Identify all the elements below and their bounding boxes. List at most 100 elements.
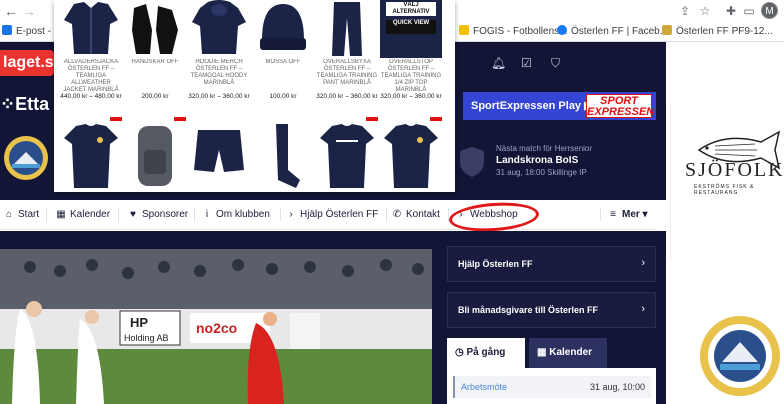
- next-match-team: Landskrona BoIS: [496, 155, 579, 166]
- calendar-icon: ▦: [56, 209, 66, 220]
- header-icons: 🔔︎ ☑ ⛉: [455, 47, 666, 77]
- etta-dots-icon: ⁘: [0, 94, 16, 114]
- link-label: Bli månadsgivare till Österlen FF: [458, 305, 599, 315]
- pants-image: [332, 2, 362, 56]
- tab-kalender[interactable]: ▦ Kalender: [529, 338, 607, 368]
- product-card[interactable]: [380, 120, 442, 192]
- list-item[interactable]: Arbetsmöte 31 aug, 10:00: [453, 376, 651, 398]
- fogis-icon: [459, 25, 469, 35]
- phone-icon: ✆: [392, 209, 402, 220]
- next-match-date: 31 aug, 18:00 Skillinge IP: [496, 168, 587, 177]
- clock-icon: ◷: [455, 347, 464, 358]
- osterlen-badge-icon: [700, 316, 780, 396]
- link-hjalp-osterlen[interactable]: Hjälp Österlen FF ›: [447, 246, 656, 282]
- hoodie-image: [192, 0, 246, 54]
- chevron-right-icon: ›: [289, 209, 293, 220]
- checklist-icon[interactable]: ☑: [521, 56, 532, 70]
- info-icon: i: [205, 209, 209, 220]
- webbshop-preview: ALLVÄDERSJACKA ÖSTERLEN FF – TEAMLIGA AL…: [54, 0, 455, 192]
- next-match-label: Nästa match för Herrsenior: [496, 144, 593, 153]
- sidepanel-icon[interactable]: ▭: [742, 4, 756, 18]
- nav-item-om-klubben[interactable]: i Om klubben: [202, 209, 270, 220]
- forward-button[interactable]: →: [22, 3, 36, 19]
- product-card[interactable]: OVERALLSBYXA ÖSTERLEN FF – TEAMLIGA TRAI…: [316, 0, 378, 101]
- club-badge-icon[interactable]: [2, 134, 50, 182]
- nav-divider: [118, 208, 119, 222]
- nav-divider: [194, 208, 195, 222]
- sponsor-sjofolk[interactable]: SJÖFOLK EKSTRÖMS FISK & RESTAURANG: [670, 104, 784, 260]
- product-name: HOODIE MERCH ÖSTERLEN FF – TEAMGOAL HOOD…: [190, 59, 248, 86]
- product-card[interactable]: MÖSSA ÖFF 100,00 kr: [252, 0, 314, 101]
- bookmark-star-icon[interactable]: ☆: [698, 4, 712, 18]
- nav-more-menu[interactable]: ≡ Mer ▾: [608, 209, 648, 220]
- nav-item-sponsorer[interactable]: ♥ Sponsorer: [128, 209, 188, 220]
- extensions-icon[interactable]: ✚: [724, 4, 738, 18]
- product-price: 320,00 kr – 360,00 kr: [380, 93, 442, 100]
- product-price: 320,00 kr – 360,00 kr: [188, 93, 250, 100]
- svg-text:Holding AB: Holding AB: [124, 333, 169, 343]
- socks-image: [276, 124, 300, 188]
- link-manadsgivare[interactable]: Bli månadsgivare till Österlen FF ›: [447, 292, 656, 328]
- gloves-image: [132, 4, 178, 54]
- home-icon: ⌂: [5, 209, 13, 220]
- sportexpressen-logo: SPORT EXPRESSEN: [586, 94, 655, 118]
- bell-icon[interactable]: 🔔︎: [491, 56, 506, 70]
- nav-item-kontakt[interactable]: ✆ Kontakt: [392, 209, 440, 220]
- product-name: HANDSKAR ÖFF: [131, 59, 179, 65]
- sponsor-club-badge[interactable]: [670, 268, 784, 404]
- main-navigation: ⌂ Start ▦ Kalender ♥ Sponsorer i Om klubben …: [0, 200, 656, 230]
- next-match-card[interactable]: Nästa match för Herrsenior Landskrona Bo…: [455, 138, 666, 200]
- product-price: 100,00 kr: [269, 93, 297, 100]
- nav-item-hjalp[interactable]: › Hjälp Österlen FF: [286, 209, 378, 220]
- brand-tag: [174, 117, 186, 121]
- etta-logo[interactable]: ⁘Etta: [0, 94, 49, 115]
- calendar-icon: ▦: [537, 347, 547, 358]
- sponsor-name: SJÖFOLK: [685, 159, 784, 181]
- link-label: Hjälp Österlen FF: [458, 259, 533, 269]
- jacket-image: [64, 2, 118, 54]
- bookmark-pf9[interactable]: Österlen FF PF9-12...: [662, 25, 773, 37]
- product-card[interactable]: [60, 120, 122, 192]
- product-card[interactable]: HANDSKAR ÖFF 200,00 kr: [124, 0, 186, 101]
- brand-tag: [430, 117, 442, 121]
- select-options-button[interactable]: VÄLJ ALTERNATIV: [386, 2, 436, 16]
- chevron-right-icon: ›: [641, 257, 645, 269]
- product-card[interactable]: [316, 120, 378, 192]
- product-card[interactable]: [252, 120, 314, 192]
- facebook-icon: [557, 25, 567, 35]
- nav-item-kalender[interactable]: ▦ Kalender: [56, 209, 110, 220]
- bookmark-fogis[interactable]: FOGIS - Fotbollens...: [459, 25, 567, 37]
- product-card[interactable]: [188, 120, 250, 192]
- event-list: Arbetsmöte 31 aug, 10:00: [447, 368, 656, 404]
- nav-item-start[interactable]: ⌂ Start: [4, 209, 39, 220]
- heart-icon: ♥: [130, 209, 136, 220]
- product-price: 200,00 kr: [141, 93, 169, 100]
- shield-icon[interactable]: ⛉: [551, 56, 560, 71]
- sponsor-tagline: EKSTRÖMS FISK & RESTAURANG: [694, 184, 755, 196]
- beanie-image: [260, 4, 306, 50]
- backpack-image: [138, 126, 172, 186]
- product-name: OVERALLSTOP ÖSTERLEN FF – TEAMLIGA TRAIN…: [380, 59, 442, 93]
- tshirt-image: [320, 124, 374, 188]
- product-card[interactable]: HOODIE MERCH ÖSTERLEN FF – TEAMGOAL HOOD…: [188, 0, 250, 101]
- club-icon: [662, 25, 672, 35]
- quick-view-button[interactable]: QUICK VIEW: [386, 20, 436, 34]
- share-icon[interactable]: ⇪: [678, 4, 692, 18]
- product-card[interactable]: [124, 120, 186, 192]
- sportexpressen-banner[interactable]: SportExpressen Play ▶ SPORT EXPRESSEN: [463, 92, 656, 120]
- product-card[interactable]: VÄLJ ALTERNATIV QUICK VIEW OVERALLSTOP Ö…: [380, 0, 442, 101]
- tab-pa-gang[interactable]: ◷ På gång: [447, 338, 525, 368]
- bookmark-facebook[interactable]: Österlen FF | Faceb...: [557, 25, 668, 37]
- profile-avatar[interactable]: M: [761, 2, 778, 19]
- nav-divider: [280, 208, 281, 222]
- svg-text:HP: HP: [130, 315, 148, 330]
- product-name: OVERALLSBYXA ÖSTERLEN FF – TEAMLIGA TRAI…: [316, 59, 378, 86]
- back-button[interactable]: ←: [4, 3, 18, 19]
- match-photo[interactable]: HP Holding AB no2co: [0, 249, 432, 404]
- nav-divider: [600, 208, 601, 222]
- tshirt-image: [64, 124, 118, 188]
- events-tabs: ◷ På gång ▦ Kalender: [447, 338, 656, 368]
- shorts-image: [194, 130, 244, 172]
- laget-logo[interactable]: laget.s: [0, 50, 54, 76]
- product-card[interactable]: ALLVÄDERSJACKA ÖSTERLEN FF – TEAMLIGA AL…: [60, 0, 122, 101]
